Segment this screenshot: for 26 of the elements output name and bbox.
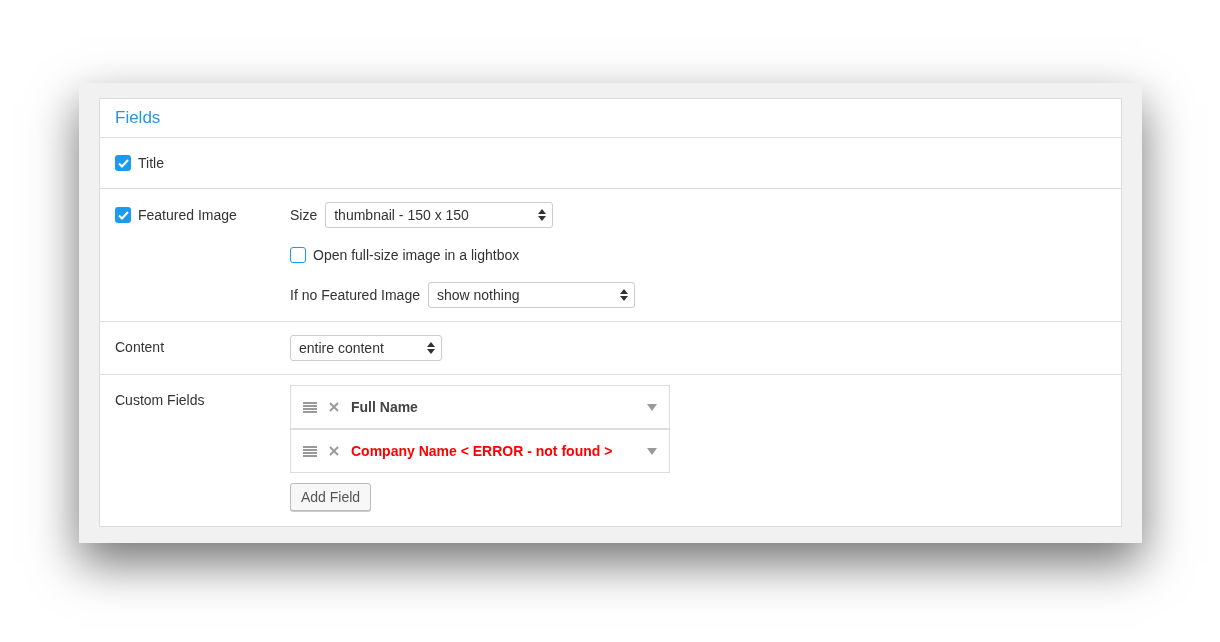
custom-fields-label: Custom Fields <box>115 392 205 408</box>
fallback-label: If no Featured Image <box>290 287 420 303</box>
up-down-arrows-icon <box>427 342 435 354</box>
featured-image-checkbox-label[interactable]: Featured Image <box>115 206 237 224</box>
title-checkbox-label[interactable]: Title <box>115 154 164 172</box>
drag-handle-icon[interactable] <box>303 445 317 457</box>
content-select[interactable]: entire content <box>290 335 442 361</box>
field-name: Full Name <box>351 399 419 415</box>
checkbox[interactable] <box>290 247 306 263</box>
close-icon[interactable] <box>329 402 339 412</box>
checkbox[interactable] <box>115 155 131 171</box>
checkbox[interactable] <box>115 207 131 223</box>
add-field-button[interactable]: Add Field <box>290 483 372 511</box>
size-select[interactable]: thumbnail - 150 x 150 <box>325 202 554 228</box>
lightbox-checkbox-label[interactable]: Open full-size image in a lightbox <box>290 246 635 264</box>
panel-title: Fields <box>115 108 161 128</box>
size-label: Size <box>290 207 318 223</box>
close-icon[interactable] <box>329 446 339 456</box>
up-down-arrows-icon <box>619 289 628 301</box>
field-name: Company Name < ERROR - not found > <box>351 443 614 459</box>
content-label: Content <box>115 339 165 355</box>
fallback-select[interactable]: show nothing <box>427 282 635 308</box>
caret-icon[interactable] <box>647 447 657 455</box>
caret-icon[interactable] <box>647 403 657 411</box>
up-down-arrows-icon <box>538 209 547 221</box>
drag-handle-icon[interactable] <box>303 401 317 413</box>
